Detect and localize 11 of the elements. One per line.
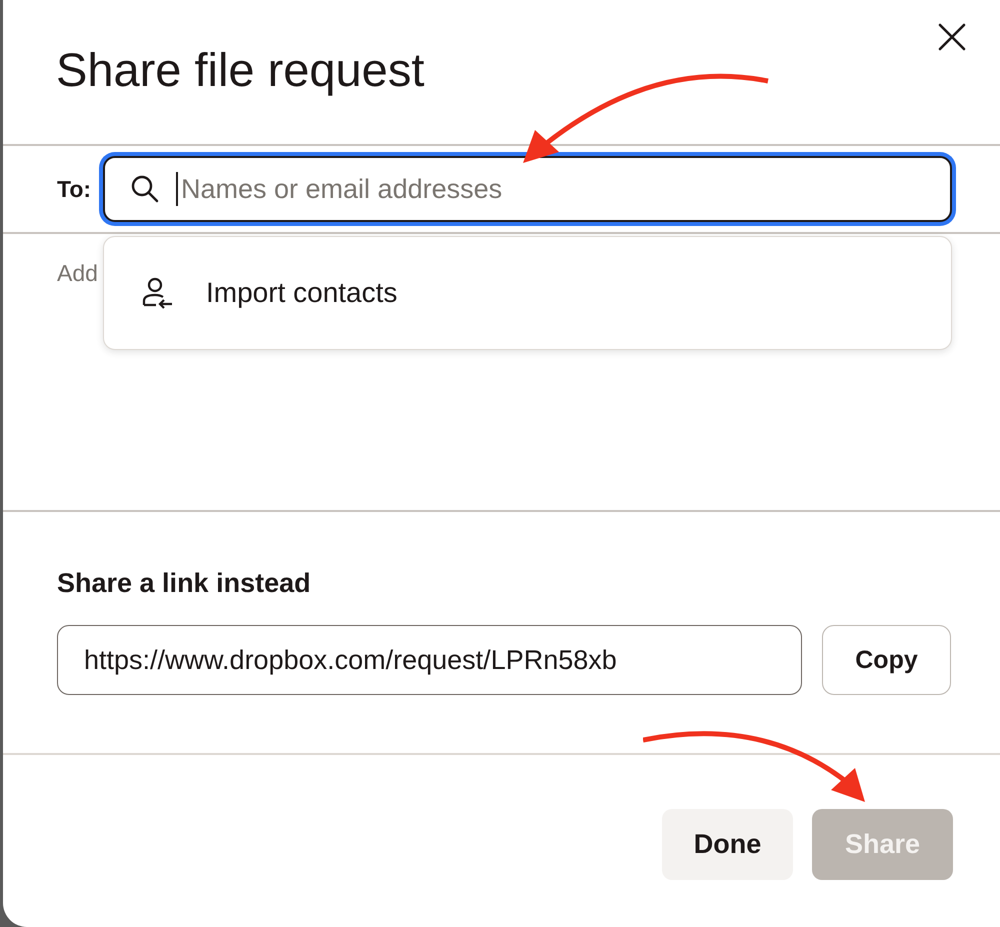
import-contacts-item[interactable]: Import contacts <box>104 273 398 313</box>
dialog-title: Share file request <box>56 42 424 97</box>
to-label: To: <box>57 176 92 202</box>
done-button[interactable]: Done <box>662 809 793 880</box>
search-icon <box>129 173 161 205</box>
copy-button[interactable]: Copy <box>822 625 951 695</box>
recipients-field[interactable]: Names or email addresses <box>103 156 952 222</box>
text-cursor <box>176 172 178 206</box>
hint-text: Add <box>57 260 98 287</box>
section-heading: Share a link instead <box>57 568 312 599</box>
link-field[interactable]: https://www.dropbox.com/request/LPRn58xb <box>57 625 802 695</box>
